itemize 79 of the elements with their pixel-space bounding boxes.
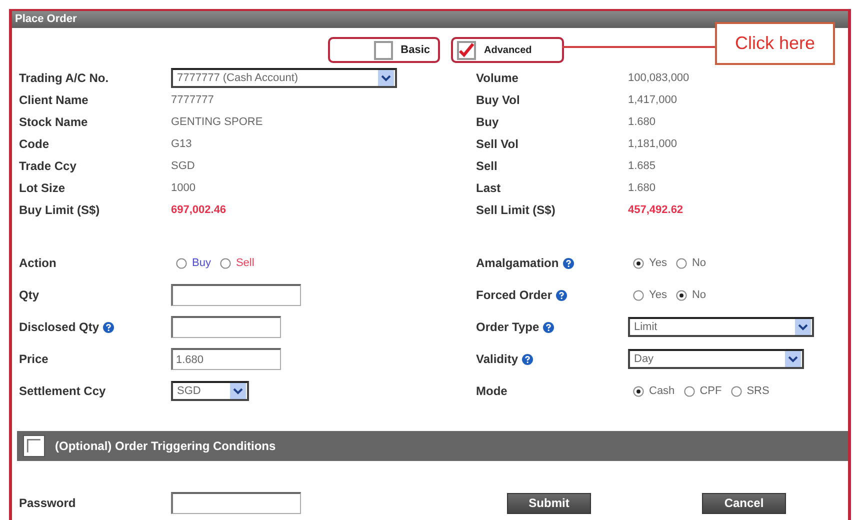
- field-label: Validity: [476, 352, 518, 366]
- field-label: Volume: [476, 71, 518, 85]
- section-title: (Optional) Order Triggering Conditions: [55, 439, 276, 453]
- field-label: Client Name: [19, 93, 88, 107]
- field-value: G13: [171, 138, 192, 150]
- field-label: Trade Ccy: [19, 159, 76, 173]
- help-icon[interactable]: [522, 354, 534, 364]
- option-label[interactable]: CPF: [700, 385, 722, 397]
- option-label[interactable]: No: [692, 289, 706, 301]
- field-value: 1,181,000: [628, 138, 677, 150]
- cancel-button[interactable]: Cancel: [702, 492, 786, 514]
- radio-button[interactable]: [676, 258, 687, 268]
- callout-note: Click here: [715, 22, 835, 65]
- field-label: Lot Size: [19, 181, 66, 195]
- radio-button[interactable]: [176, 258, 187, 268]
- radio-button[interactable]: [633, 290, 644, 300]
- option-label[interactable]: Sell: [236, 257, 254, 269]
- view-toggle[interactable]: Advanced: [451, 37, 564, 63]
- dropdown[interactable]: Day: [628, 349, 804, 369]
- checkbox-icon[interactable]: [23, 435, 45, 457]
- field-label: Forced Order: [476, 288, 552, 302]
- field-value: GENTING SPORE: [171, 116, 263, 128]
- limit-value: 697,002.46: [171, 204, 226, 216]
- limit-value: 457,492.62: [628, 204, 684, 216]
- radio-button[interactable]: [633, 386, 644, 396]
- option-label[interactable]: Cash: [649, 385, 675, 397]
- field-label: Stock Name: [19, 115, 88, 129]
- checked-checkbox-icon[interactable]: [457, 40, 476, 60]
- field-label: Order Type: [476, 320, 540, 334]
- radio-button[interactable]: [220, 258, 231, 268]
- field-label: Mode: [476, 384, 508, 398]
- option-label[interactable]: Yes: [649, 289, 667, 301]
- option-label[interactable]: SRS: [746, 385, 770, 397]
- field-value: 1.680: [628, 116, 656, 128]
- field-label: Settlement Ccy: [19, 384, 106, 398]
- radio-button[interactable]: [684, 386, 695, 396]
- option-label[interactable]: No: [692, 257, 706, 269]
- field-label: Last: [476, 181, 501, 195]
- field-label: Buy: [476, 115, 499, 129]
- dropdown[interactable]: SGD: [171, 381, 249, 401]
- field-label: Disclosed Qty: [19, 320, 100, 334]
- view-toggle[interactable]: Basic: [328, 37, 440, 63]
- radio-button[interactable]: [676, 290, 687, 300]
- checkbox-icon[interactable]: [374, 40, 393, 60]
- field-label: Password: [19, 496, 76, 510]
- field-label: Sell Limit (S$): [476, 203, 556, 217]
- field-label: Code: [19, 137, 49, 151]
- field-value: SGD: [171, 160, 195, 172]
- help-icon[interactable]: [556, 290, 568, 300]
- field-value: 1.685: [628, 160, 656, 172]
- field-label: Trading A/C No.: [19, 71, 109, 85]
- field-label: Amalgamation: [476, 256, 559, 270]
- password-field[interactable]: [171, 492, 301, 514]
- panel-title: Place Order: [15, 12, 77, 27]
- field-label: Buy Vol: [476, 93, 520, 107]
- field-label: Sell: [476, 159, 498, 173]
- radio-button[interactable]: [730, 386, 742, 396]
- field-label: Buy Limit (S$): [19, 203, 100, 217]
- dropdown[interactable]: Limit: [628, 317, 814, 337]
- option-label[interactable]: Buy: [192, 257, 211, 269]
- field-value: 7777777: [171, 94, 214, 106]
- field-value: 1.680: [628, 182, 656, 194]
- field-value: 1000: [171, 182, 196, 194]
- field-label: Sell Vol: [476, 137, 518, 151]
- input-field[interactable]: [171, 316, 281, 338]
- input-field[interactable]: 1.680: [171, 348, 281, 370]
- submit-button[interactable]: Submit: [507, 492, 591, 514]
- field-label: Price: [19, 352, 48, 366]
- field-label: Qty: [19, 288, 40, 302]
- field-label: Action: [19, 256, 56, 270]
- input-field[interactable]: [171, 284, 301, 306]
- account-dropdown[interactable]: 7777777 (Cash Account): [171, 68, 397, 88]
- radio-button[interactable]: [633, 258, 644, 268]
- help-icon[interactable]: [103, 322, 114, 332]
- help-icon[interactable]: [562, 258, 574, 268]
- field-value: 100,083,000: [628, 72, 690, 84]
- option-label[interactable]: Yes: [649, 257, 667, 269]
- field-value: 1,417,000: [628, 94, 677, 106]
- help-icon[interactable]: [543, 322, 554, 332]
